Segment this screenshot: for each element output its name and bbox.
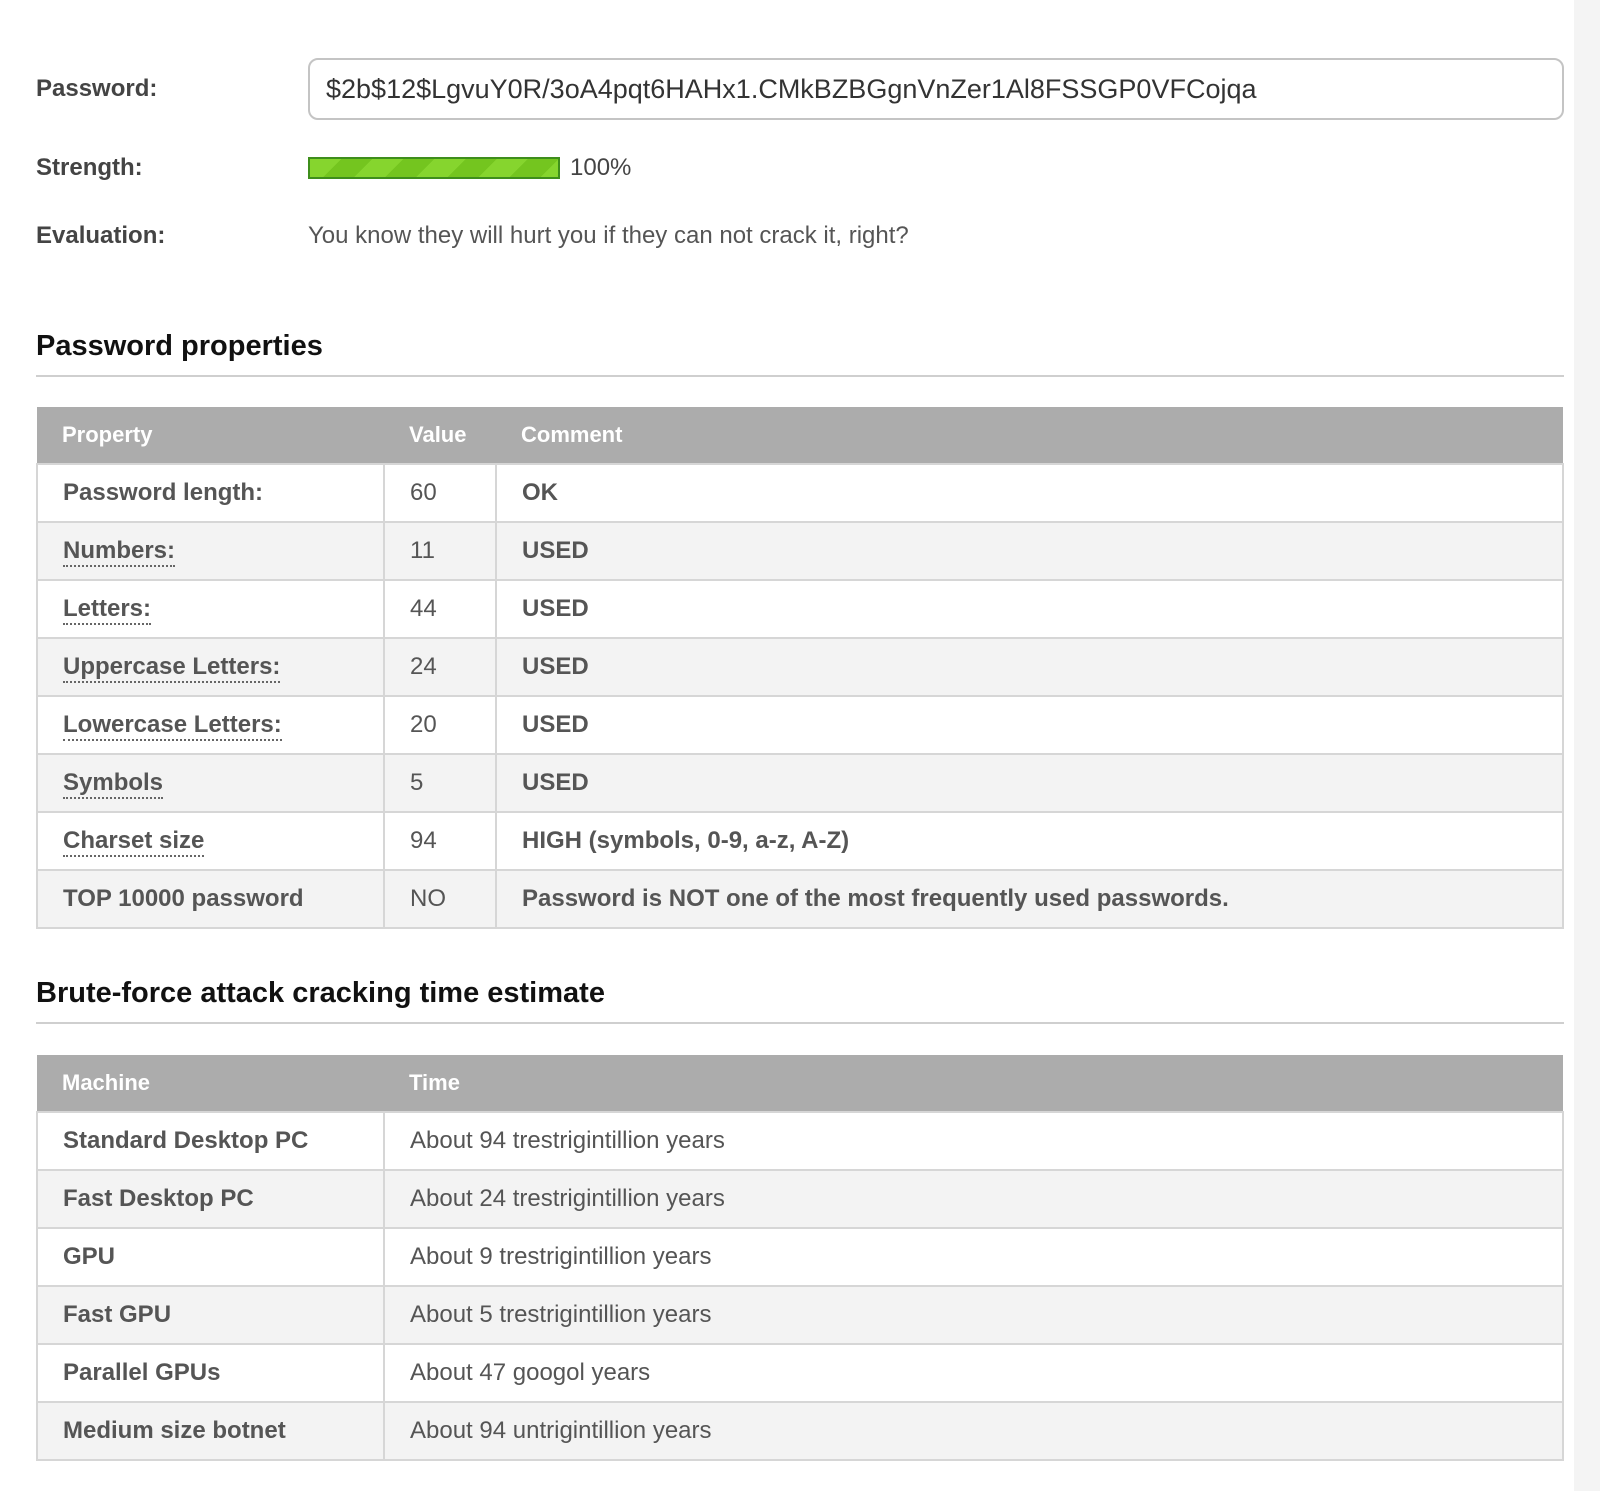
- header-value: Value: [384, 407, 496, 464]
- time-cell: About 9 trestrigintillion years: [383, 1227, 1564, 1287]
- property-cell: Password length:: [36, 463, 385, 523]
- property-cell: Letters:: [36, 579, 385, 639]
- table-row: Fast Desktop PC About 24 trestrigintilli…: [36, 1169, 1564, 1229]
- bruteforce-heading: Brute-force attack cracking time estimat…: [36, 977, 1564, 1024]
- value-cell: 94: [383, 811, 497, 871]
- properties-header-row: Property Value Comment: [37, 407, 1563, 464]
- value-cell: 11: [383, 521, 497, 581]
- table-row: Letters: 44 USED: [36, 579, 1564, 639]
- machine-cell: Parallel GPUs: [36, 1343, 385, 1403]
- property-cell: Charset size: [36, 811, 385, 871]
- password-label: Password:: [36, 75, 158, 102]
- property-cell: Symbols: [36, 753, 385, 813]
- header-machine: Machine: [37, 1055, 384, 1112]
- time-cell: About 47 googol years: [383, 1343, 1564, 1403]
- comment-cell: OK: [495, 463, 1564, 523]
- bruteforce-header-row: Machine Time: [37, 1055, 1563, 1112]
- comment-cell: USED: [495, 753, 1564, 813]
- value-cell: 20: [383, 695, 497, 755]
- properties-heading: Password properties: [36, 330, 1564, 377]
- value-cell: 44: [383, 579, 497, 639]
- table-row: Password length: 60 OK: [36, 463, 1564, 523]
- evaluation-row: Evaluation: You know they will hurt you …: [36, 222, 909, 250]
- header-comment: Comment: [496, 407, 1563, 464]
- value-cell: 5: [383, 753, 497, 813]
- property-cell: Numbers:: [36, 521, 385, 581]
- strength-meter-fill: [310, 159, 558, 177]
- strength-label: Strength:: [36, 154, 143, 181]
- time-cell: About 94 untrigintillion years: [383, 1401, 1564, 1461]
- comment-cell: USED: [495, 521, 1564, 581]
- comment-cell: HIGH (symbols, 0-9, a-z, A-Z): [495, 811, 1564, 871]
- comment-cell: Password is NOT one of the most frequent…: [495, 869, 1564, 929]
- machine-cell: Fast Desktop PC: [36, 1169, 385, 1229]
- value-cell: 24: [383, 637, 497, 697]
- table-row: Fast GPU About 5 trestrigintillion years: [36, 1285, 1564, 1345]
- time-cell: About 24 trestrigintillion years: [383, 1169, 1564, 1229]
- letters-abbr[interactable]: Letters:: [63, 595, 152, 625]
- strength-row: Strength: 100%: [36, 154, 631, 182]
- table-row: Numbers: 11 USED: [36, 521, 1564, 581]
- bruteforce-table: Machine Time Standard Desktop PC About 9…: [36, 1055, 1564, 1461]
- machine-cell: Standard Desktop PC: [36, 1111, 385, 1171]
- machine-cell: GPU: [36, 1227, 385, 1287]
- symbols-abbr[interactable]: Symbols: [63, 769, 164, 799]
- time-cell: About 5 trestrigintillion years: [383, 1285, 1564, 1345]
- comment-cell: USED: [495, 637, 1564, 697]
- property-cell: Lowercase Letters:: [36, 695, 385, 755]
- evaluation-text: You know they will hurt you if they can …: [308, 222, 909, 249]
- strength-meter: [308, 157, 560, 179]
- charset-abbr[interactable]: Charset size: [63, 827, 205, 857]
- machine-cell: Fast GPU: [36, 1285, 385, 1345]
- table-row: TOP 10000 password NO Password is NOT on…: [36, 869, 1564, 929]
- value-cell: NO: [383, 869, 497, 929]
- table-row: Uppercase Letters: 24 USED: [36, 637, 1564, 697]
- strength-percent: 100%: [570, 154, 632, 181]
- table-row: Charset size 94 HIGH (symbols, 0-9, a-z,…: [36, 811, 1564, 871]
- header-time: Time: [384, 1055, 1563, 1112]
- time-cell: About 94 trestrigintillion years: [383, 1111, 1564, 1171]
- header-property: Property: [37, 407, 384, 464]
- comment-cell: USED: [495, 695, 1564, 755]
- comment-cell: USED: [495, 579, 1564, 639]
- scrollbar[interactable]: [1574, 0, 1600, 1491]
- property-cell: TOP 10000 password: [36, 869, 385, 929]
- table-row: Symbols 5 USED: [36, 753, 1564, 813]
- value-cell: 60: [383, 463, 497, 523]
- uppercase-abbr[interactable]: Uppercase Letters:: [63, 653, 281, 683]
- evaluation-label: Evaluation:: [36, 222, 166, 249]
- machine-cell: Medium size botnet: [36, 1401, 385, 1461]
- table-row: Medium size botnet About 94 untrigintill…: [36, 1401, 1564, 1461]
- property-cell: Uppercase Letters:: [36, 637, 385, 697]
- numbers-abbr[interactable]: Numbers:: [63, 537, 176, 567]
- table-row: Parallel GPUs About 47 googol years: [36, 1343, 1564, 1403]
- table-row: Lowercase Letters: 20 USED: [36, 695, 1564, 755]
- properties-table: Property Value Comment Password length: …: [36, 407, 1564, 929]
- table-row: GPU About 9 trestrigintillion years: [36, 1227, 1564, 1287]
- password-row: Password:: [36, 58, 1564, 120]
- lowercase-abbr[interactable]: Lowercase Letters:: [63, 711, 282, 741]
- password-input[interactable]: [308, 58, 1564, 120]
- table-row: Standard Desktop PC About 94 trestrigint…: [36, 1111, 1564, 1171]
